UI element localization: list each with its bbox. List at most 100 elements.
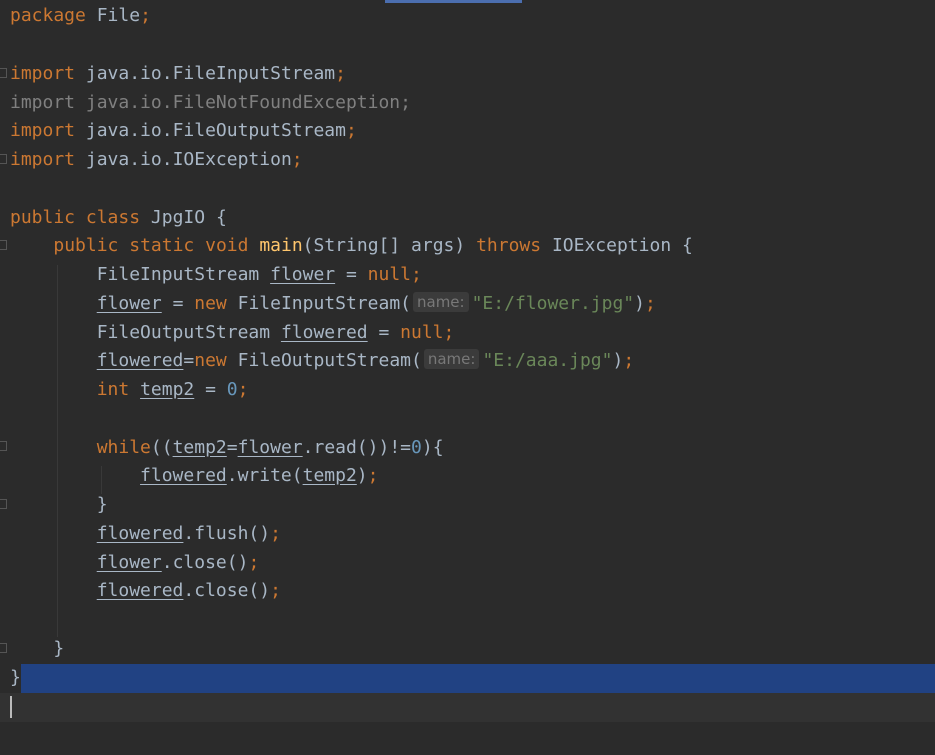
method-call: .write( (226, 465, 303, 486)
punct: ; (411, 264, 422, 285)
code-line[interactable]: } (10, 635, 935, 664)
package-name: File (96, 5, 141, 26)
keyword: null (367, 264, 412, 285)
type-name: FileInputStream (96, 264, 260, 285)
punct: ; (335, 63, 346, 84)
variable: flowered (140, 465, 227, 486)
keyword: import (10, 149, 76, 170)
keyword: import (10, 63, 76, 84)
code-line[interactable]: flower.close(); (10, 549, 935, 578)
fold-marker-icon[interactable] (0, 499, 7, 509)
paren: ) (356, 465, 368, 486)
brace: } (10, 667, 21, 688)
import-path: java.io.IOException (85, 149, 292, 170)
operator: = (226, 437, 238, 458)
variable: flower (237, 437, 303, 458)
brace: } (53, 638, 65, 659)
keyword: static (129, 235, 195, 256)
keyword: import (10, 92, 76, 113)
keyword: null (400, 322, 444, 343)
method-call: .read())!= (302, 437, 412, 458)
variable: flower (96, 293, 162, 314)
import-path: java.io.FileInputStream (85, 63, 336, 84)
code-line[interactable]: } (10, 664, 935, 693)
punct: ; (237, 379, 249, 400)
variable: temp2 (140, 379, 195, 400)
fold-marker-icon[interactable] (0, 154, 7, 164)
code-line[interactable]: public static void main(String[] args) t… (10, 232, 935, 261)
code-line[interactable]: flowered.close(); (10, 577, 935, 606)
punct: ; (270, 523, 281, 544)
fold-marker-icon[interactable] (0, 68, 7, 78)
punct: ; (623, 350, 635, 371)
keyword: int (96, 379, 130, 400)
class-name: JpgIO (150, 207, 206, 228)
keyword: class (85, 207, 141, 228)
variable: flowered (280, 322, 368, 343)
keyword: new (194, 350, 227, 371)
parameter-hint: name: (423, 349, 480, 369)
punct: ; (400, 92, 411, 113)
brace: } (96, 494, 108, 515)
keyword: new (194, 293, 227, 314)
number-literal: 0 (411, 437, 422, 458)
punct: ; (291, 149, 303, 170)
brace: { (682, 235, 693, 256)
constructor-call: FileInputStream( (226, 293, 411, 314)
code-line[interactable]: import java.io.FileOutputStream; (10, 117, 935, 146)
code-line[interactable]: } (10, 491, 935, 520)
punct: ; (367, 465, 379, 486)
variable: flower (270, 264, 336, 285)
method-call: .close() (161, 552, 249, 573)
code-line[interactable]: public class JpgIO { (10, 204, 935, 233)
method-name: main (259, 235, 303, 256)
fold-marker-icon[interactable] (0, 441, 7, 451)
code-line[interactable]: FileOutputStream flowered = null; (10, 319, 935, 348)
operator: = (194, 379, 227, 400)
operator: = (335, 264, 368, 285)
code-line[interactable]: import java.io.FileNotFoundException; (10, 89, 935, 118)
operator: = (161, 293, 195, 314)
keyword: package (10, 5, 86, 26)
variable: flowered (96, 580, 184, 601)
variable: flower (96, 552, 162, 573)
variable: flowered (96, 523, 184, 544)
keyword: while (96, 437, 151, 458)
operator: = (367, 322, 401, 343)
fold-marker-icon[interactable] (0, 240, 7, 250)
exception-type: IOException (551, 235, 672, 256)
fold-marker-icon[interactable] (0, 643, 7, 653)
code-line[interactable]: import java.io.IOException; (10, 146, 935, 175)
punct: ; (443, 322, 455, 343)
gutter (0, 0, 8, 755)
punct: ; (345, 120, 357, 141)
code-line[interactable]: import java.io.FileInputStream; (10, 60, 935, 89)
import-path-unused: java.io.FileNotFoundException (85, 92, 401, 113)
import-path: java.io.FileOutputStream (85, 120, 346, 141)
code-line[interactable]: flowered.write(temp2); (10, 462, 935, 491)
current-line-highlight (0, 693, 935, 722)
constructor-call: FileOutputStream( (226, 350, 422, 371)
method-call: .close() (183, 580, 271, 601)
variable: temp2 (302, 465, 357, 486)
punct: ; (270, 580, 281, 601)
string-literal: "E:/flower.jpg" (471, 293, 635, 314)
code-line[interactable]: while((temp2=flower.read())!=0){ (10, 434, 935, 463)
operator: = (183, 350, 195, 371)
type-name: FileOutputStream (96, 322, 271, 343)
number-literal: 0 (226, 379, 238, 400)
code-line[interactable]: flower = new FileInputStream(name: "E:/fl… (10, 290, 935, 319)
code-line[interactable]: int temp2 = 0; (10, 376, 935, 405)
code-line[interactable]: FileInputStream flower = null; (10, 261, 935, 290)
punct: ; (645, 293, 656, 314)
keyword: public (53, 235, 119, 256)
params: (String[] args) (302, 235, 466, 256)
code-editor[interactable]: package File; import java.io.FileInputSt… (0, 0, 935, 755)
keyword: void (205, 235, 249, 256)
brace: { (215, 207, 227, 228)
code-line[interactable]: flowered=new FileOutputStream(name: "E:/a… (10, 347, 935, 376)
code-line[interactable]: flowered.flush(); (10, 520, 935, 549)
variable: flowered (96, 350, 184, 371)
code-line[interactable]: package File; (10, 2, 935, 31)
method-call: .flush() (183, 523, 271, 544)
